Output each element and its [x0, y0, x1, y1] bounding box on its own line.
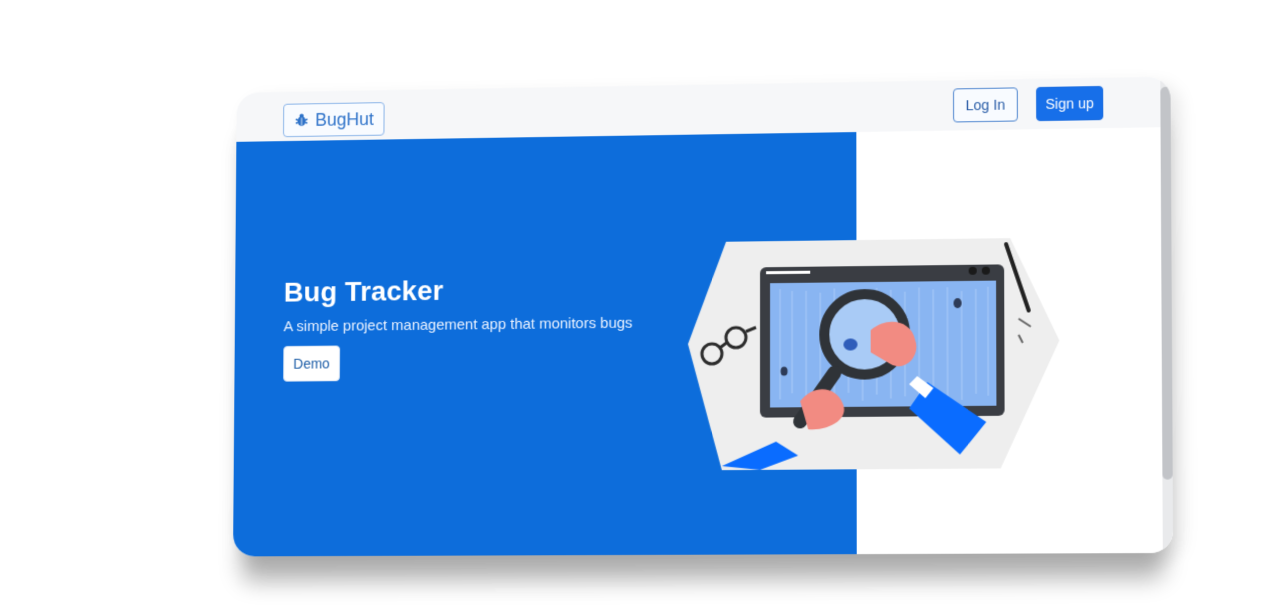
hero-title: Bug Tracker — [283, 275, 444, 308]
bug-search-illustration — [687, 229, 1062, 474]
hero-subtitle: A simple project management app that mon… — [283, 314, 633, 336]
bug-icon — [294, 112, 310, 128]
brand-link[interactable]: BugHut — [283, 102, 385, 138]
signup-button[interactable]: Sign up — [1036, 85, 1104, 122]
brand-label: BugHut — [315, 108, 374, 130]
browser-window: BugHut Log In Sign up Bug Tracker A simp… — [233, 76, 1174, 557]
demo-button[interactable]: Demo — [283, 345, 341, 382]
browser-window-stage: BugHut Log In Sign up Bug Tracker A simp… — [228, 76, 1174, 557]
login-button[interactable]: Log In — [953, 87, 1018, 123]
scrollbar-thumb[interactable] — [1160, 86, 1173, 480]
scrollbar-track[interactable] — [1160, 76, 1174, 554]
